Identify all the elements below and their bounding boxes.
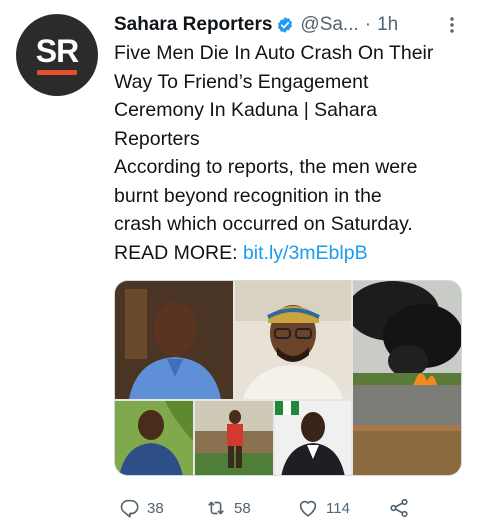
tweet-text-line: Way To Friend’s Engagement [114, 70, 369, 93]
tweet-text-line: Ceremony In Kaduna | Sahara [114, 99, 378, 121]
photo-man-glasses-cap[interactable] [235, 281, 351, 399]
read-more-line: READ MORE: bit.ly/3mEblpB [114, 239, 464, 268]
like-button[interactable]: 114 [297, 494, 350, 522]
share-icon [390, 498, 408, 518]
photo-man-blue-shirt-art [115, 401, 193, 475]
author-handle[interactable]: @Sa... [300, 14, 358, 36]
author-name[interactable]: Sahara Reporters [114, 14, 272, 36]
heart-icon [299, 500, 317, 517]
avatar-logo-underline [37, 70, 77, 75]
photo-man-red-shirt[interactable] [195, 401, 273, 475]
photo-man-suit-art [275, 401, 351, 475]
retweet-icon [208, 501, 224, 515]
media-collage[interactable] [114, 280, 462, 476]
photo-crash-fire[interactable] [353, 281, 461, 475]
photo-man-blue-shirt[interactable] [115, 401, 193, 475]
tweet-text-line: crash which occurred on Saturday. [114, 213, 413, 235]
photo-man-red-shirt-art [195, 401, 273, 475]
retweet-button[interactable]: 58 [205, 494, 251, 522]
reply-count: 38 [147, 499, 164, 517]
photo-man-blue-attire-art [115, 281, 233, 399]
photo-crash-fire-art [353, 281, 461, 475]
photo-man-glasses-cap-art [235, 281, 351, 399]
photo-man-suit[interactable] [275, 401, 351, 475]
tweet-text: Five Men Die In Auto Crash On Their Way … [114, 39, 464, 267]
tweet-timestamp[interactable]: 1h [377, 14, 398, 36]
tweet-text-line: Reporters [114, 127, 200, 150]
avatar-logo-text: SR [35, 33, 79, 69]
article-link[interactable]: bit.ly/3mEblpB [243, 242, 368, 264]
tweet-text-line: According to reports, the men were [114, 156, 418, 178]
share-button[interactable] [388, 494, 410, 522]
tweet-text-line: burnt beyond recognition in the [114, 184, 382, 207]
tweet-text-line: Five Men Die In Auto Crash On Their [114, 42, 434, 64]
retweet-count: 58 [234, 499, 251, 517]
reply-icon [120, 499, 139, 518]
tweet-content: Sahara Reporters @Sa... · 1h Five Men Di… [114, 12, 464, 267]
more-options-icon[interactable] [442, 14, 462, 36]
separator-dot: · [364, 14, 372, 35]
photo-man-blue-attire[interactable] [115, 281, 233, 399]
verified-badge-icon [278, 17, 293, 33]
avatar[interactable]: SR [16, 14, 98, 96]
like-count: 114 [326, 499, 350, 517]
read-more-label: READ MORE: [114, 241, 238, 264]
reply-button[interactable]: 38 [118, 494, 164, 522]
tweet-actions: 38 58 114 [114, 494, 464, 522]
tweet-header: Sahara Reporters @Sa... · 1h [114, 12, 464, 38]
